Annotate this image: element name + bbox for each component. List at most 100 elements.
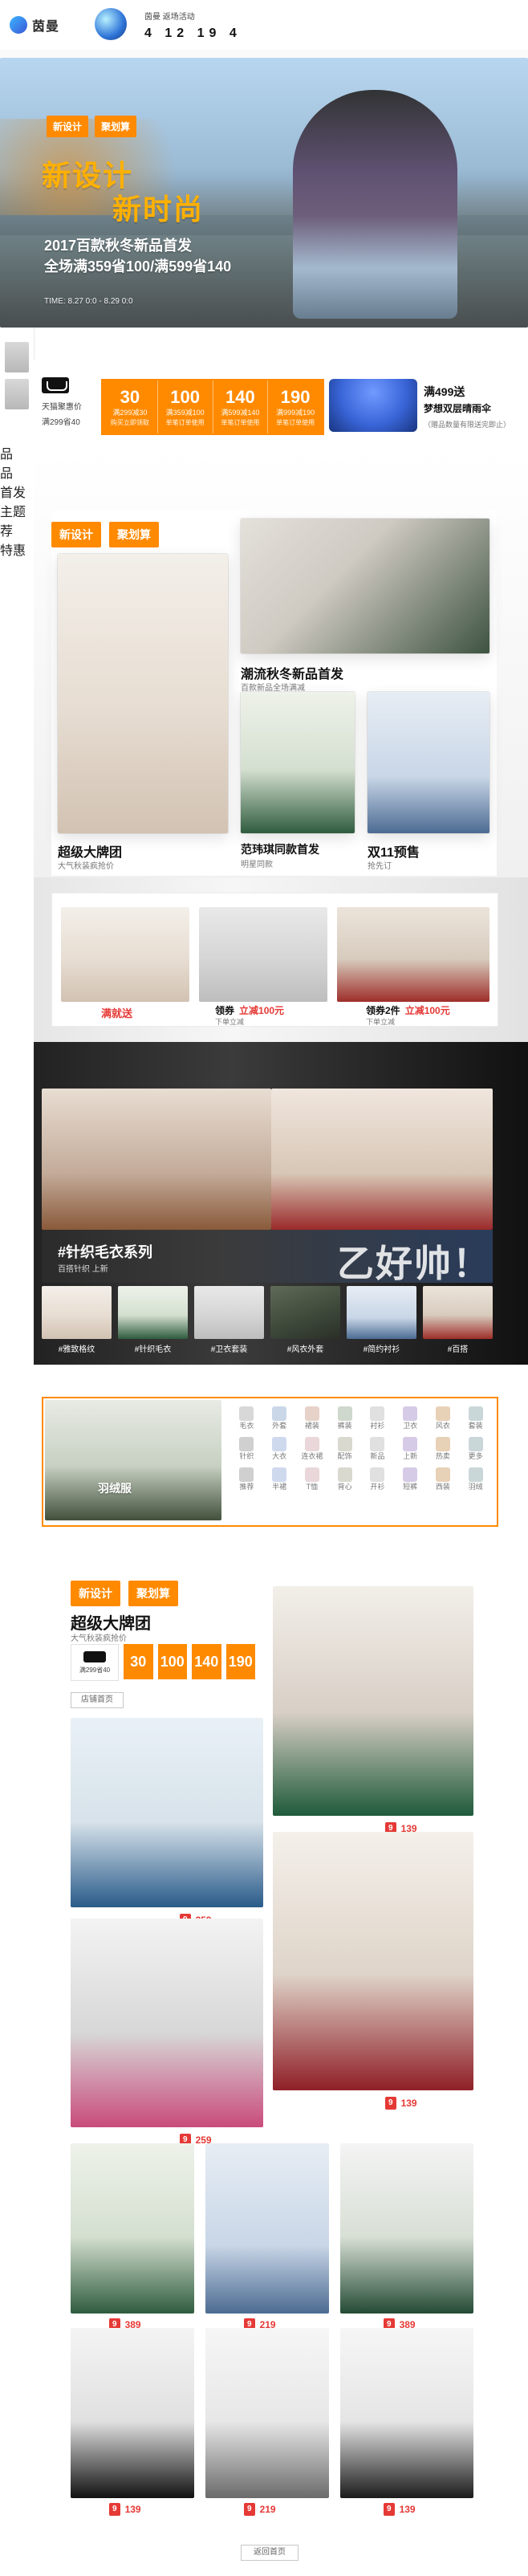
left-sidebar-thumb[interactable] [5, 379, 29, 409]
category-tile[interactable]: 毛衣 [233, 1406, 261, 1432]
product-image[interactable] [71, 2328, 194, 2498]
left-sidebar [0, 328, 35, 2576]
section-2-deal-2-title: 领券2件 [366, 1005, 400, 1016]
category-tile[interactable]: 裙装 [299, 1406, 327, 1432]
section-5-coupon[interactable]: 190 [225, 1644, 255, 1679]
category-tile[interactable]: 半裙 [266, 1467, 294, 1493]
left-sidebar-item[interactable]: 主题 [0, 501, 34, 520]
coupon-amount: 190 [280, 387, 311, 407]
section-3-thumb[interactable]: #卫衣套装 [194, 1286, 264, 1358]
section-1-header: 新设计 聚划算 [51, 519, 228, 551]
coupon-card[interactable]: 190 满999减190 单笔订单使用 [268, 380, 323, 433]
section-1-bottom-mid-image[interactable] [241, 692, 355, 833]
product-image[interactable] [340, 2328, 473, 2498]
product-image[interactable] [71, 2143, 194, 2314]
category-tile[interactable]: 裤装 [331, 1406, 359, 1432]
category-icon [239, 1437, 254, 1451]
category-icon [468, 1406, 483, 1421]
section-2-deal-2-tag: 立减100元 [404, 1005, 450, 1016]
section-3-hero-right[interactable] [271, 1089, 493, 1230]
section-3-thumb[interactable]: #百搭 [423, 1286, 493, 1358]
product-image[interactable] [205, 2328, 329, 2498]
category-icon [370, 1467, 385, 1482]
category-label: 连衣裙 [301, 1452, 323, 1460]
left-sidebar-menu: 品 品 首发 主题 荐 特惠 [0, 443, 34, 558]
category-tile[interactable]: 西装 [429, 1467, 457, 1493]
category-label: 开衫 [370, 1483, 385, 1491]
product-image[interactable] [205, 2143, 329, 2314]
category-label: 背心 [337, 1483, 352, 1491]
category-tile[interactable]: 上新 [396, 1437, 424, 1463]
section-2-product-image-1[interactable] [61, 907, 189, 1002]
category-tile[interactable]: 背心 [331, 1467, 359, 1493]
section-3-thumb[interactable]: #针织毛衣 [118, 1286, 188, 1358]
back-home-button[interactable]: 返回首页 [241, 2545, 299, 2561]
section-5-coupon[interactable]: 100 [157, 1644, 187, 1679]
section-2-deal-1-sub: 下单立减 [215, 1018, 245, 1026]
section-5-coupon[interactable]: 30 [124, 1644, 153, 1679]
left-sidebar-item[interactable]: 品 [0, 462, 34, 482]
brand-logo[interactable]: 茵曼 [10, 13, 98, 37]
left-sidebar-item[interactable]: 荐 [0, 520, 34, 539]
category-tile[interactable]: 配饰 [331, 1437, 359, 1463]
category-tile[interactable]: 卫衣 [396, 1406, 424, 1432]
category-tile[interactable]: 针织 [233, 1437, 261, 1463]
section-5-store-tile[interactable]: 满299省40 [71, 1644, 119, 1681]
section-3-hero-left[interactable] [42, 1089, 271, 1230]
section-3-thumb[interactable]: #雅致格纹 [42, 1286, 112, 1358]
section-5-subtitle: 大气秋装疯抢价 [71, 1634, 127, 1643]
category-tile[interactable]: 推荐 [233, 1467, 261, 1493]
category-label: 套装 [468, 1422, 483, 1430]
section-5-store-button[interactable]: 店铺首页 [71, 1692, 124, 1708]
section-5-header-left: 新设计 [71, 1581, 120, 1606]
category-tile[interactable]: 风衣 [429, 1406, 457, 1432]
coupon-card[interactable]: 140 满599减140 单笔订单使用 [213, 380, 269, 433]
category-tile[interactable]: 热卖 [429, 1437, 457, 1463]
product-image[interactable] [71, 1919, 263, 2127]
category-tile[interactable]: 短裤 [396, 1467, 424, 1493]
category-tile[interactable]: 更多 [461, 1437, 489, 1463]
category-tile[interactable]: 外套 [266, 1406, 294, 1432]
product-image[interactable] [71, 1718, 263, 1907]
category-tile[interactable]: T恤 [299, 1467, 327, 1493]
section-4-left-image[interactable] [45, 1400, 221, 1520]
section-2-deal-1-title: 领券 [215, 1005, 235, 1016]
category-icon [239, 1467, 254, 1482]
section-1-top-right-image[interactable] [241, 519, 489, 653]
section-1-bottom-right-image[interactable] [368, 692, 489, 833]
category-tile[interactable]: 连衣裙 [299, 1437, 327, 1463]
category-icon [435, 1406, 450, 1421]
category-tile[interactable]: 套装 [461, 1406, 489, 1432]
left-sidebar-item[interactable]: 首发 [0, 482, 34, 501]
category-tile[interactable]: 羽绒 [461, 1467, 489, 1493]
category-tile[interactable]: 衬衫 [364, 1406, 392, 1432]
category-label: 短裤 [403, 1483, 418, 1491]
coupon-line-1: 满999减190 [276, 409, 315, 417]
product-image[interactable] [340, 2143, 473, 2314]
category-icon [370, 1437, 385, 1451]
section-3-banner-sub: 百搭针织 上新 [58, 1265, 108, 1274]
section-5-coupon[interactable]: 140 [192, 1644, 221, 1679]
coupon-card[interactable]: 30 满299减30 购买立即领取 [103, 380, 158, 433]
product-price-row: 9 139 [384, 2503, 416, 2516]
category-tile[interactable]: 新品 [364, 1437, 392, 1463]
section-1-left-caption-sub: 大气秋装疯抢价 [58, 862, 114, 871]
left-sidebar-block-1 [5, 342, 29, 430]
left-sidebar-item[interactable]: 特惠 [0, 539, 34, 559]
gift-note: （赠品数量有限送完即止） [424, 421, 511, 429]
category-tile[interactable]: 开衫 [364, 1467, 392, 1493]
section-2-product-image-2[interactable] [199, 907, 327, 1002]
section-1-left-image[interactable] [58, 554, 228, 833]
category-tile[interactable]: 大衣 [266, 1437, 294, 1463]
coupon-card[interactable]: 100 满359减100 单笔订单使用 [157, 380, 213, 433]
left-sidebar-item[interactable]: 品 [0, 443, 34, 462]
category-label: 毛衣 [239, 1422, 254, 1430]
left-sidebar-thumb[interactable] [5, 342, 29, 372]
store-box[interactable]: 天猫聚惠价 满299省40 [42, 377, 98, 432]
product-image[interactable] [273, 1832, 473, 2090]
product-image[interactable] [273, 1586, 473, 1816]
section-3-thumb[interactable]: #风衣外套 [270, 1286, 340, 1358]
section-2-product-image-3[interactable] [337, 907, 489, 1002]
section-3-thumb[interactable]: #简约衬衫 [347, 1286, 416, 1358]
section-3-banner-tag: #针织毛衣系列 [58, 1244, 153, 1260]
